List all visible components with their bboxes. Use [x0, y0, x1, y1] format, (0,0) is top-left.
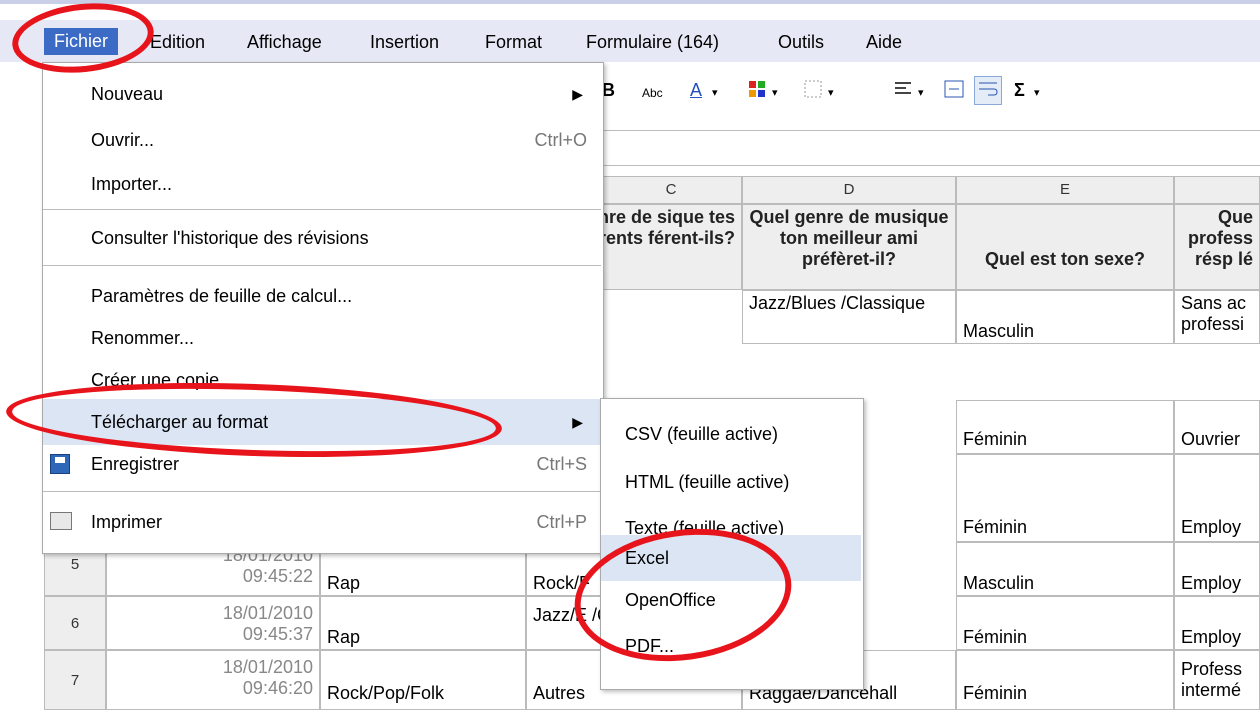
row-number[interactable]: 7	[44, 650, 106, 710]
menu-item-label: Nouveau	[91, 84, 164, 104]
menu-item-ouvrir[interactable]: Ouvrir... Ctrl+O	[43, 117, 601, 163]
column-header-c[interactable]: C	[600, 176, 742, 204]
chevron-down-icon[interactable]: ▾	[828, 86, 834, 99]
table-cell[interactable]: Féminin	[956, 400, 1174, 454]
submenu-item-label: CSV (feuille active)	[625, 424, 779, 444]
menu-affichage[interactable]: Affichage	[247, 32, 322, 53]
menu-bar: Fichier Edition Affichage Insertion Form…	[0, 0, 1260, 62]
chevron-down-icon[interactable]: ▾	[772, 86, 778, 99]
time: 09:46:20	[242, 678, 313, 698]
top-strip	[0, 4, 1260, 20]
menu-item-nouveau[interactable]: Nouveau ▶	[43, 71, 601, 117]
save-icon	[50, 454, 70, 474]
menu-item-historique[interactable]: Consulter l'historique des révisions	[43, 215, 601, 261]
menu-item-renommer[interactable]: Renommer...	[43, 315, 601, 361]
menu-edition[interactable]: Edition	[150, 32, 205, 53]
table-cell[interactable]: Féminin	[956, 596, 1174, 650]
date: 18/01/2010	[222, 603, 313, 623]
menu-separator	[43, 491, 601, 492]
menu-item-parametres[interactable]: Paramètres de feuille de calcul...	[43, 273, 601, 319]
table-cell[interactable]: Employ	[1174, 542, 1260, 596]
timestamp-cell[interactable]: 18/01/2010 09:45:37	[106, 596, 320, 650]
table-cell[interactable]: Employ	[1174, 454, 1260, 542]
menu-item-importer[interactable]: Importer...	[43, 161, 601, 207]
fill-color-icon[interactable]	[748, 80, 766, 103]
borders-icon[interactable]	[804, 80, 822, 103]
chevron-down-icon[interactable]: ▾	[712, 86, 718, 99]
menu-item-label: Consulter l'historique des révisions	[91, 228, 369, 248]
menu-separator	[43, 209, 601, 210]
table-cell[interactable]: Ouvrier	[1174, 400, 1260, 454]
submenu-arrow-icon: ▶	[572, 86, 583, 102]
table-cell[interactable]: Sans ac professi	[1174, 290, 1260, 344]
chevron-down-icon[interactable]: ▾	[918, 86, 924, 99]
menu-item-label: Importer...	[91, 174, 173, 194]
shortcut-label: Ctrl+O	[534, 130, 587, 150]
table-cell[interactable]: Profess intermé	[1174, 650, 1260, 710]
menu-separator	[43, 265, 601, 266]
merge-cells-icon[interactable]	[944, 80, 964, 103]
align-icon[interactable]	[894, 80, 912, 101]
row-number[interactable]: 6	[44, 596, 106, 650]
menu-item-label: Renommer...	[91, 328, 195, 348]
chevron-down-icon[interactable]: ▾	[1034, 86, 1040, 99]
menu-item-label: Paramètres de feuille de calcul...	[91, 286, 353, 306]
menu-item-label: Imprimer	[91, 512, 162, 532]
file-menu: Nouveau ▶ Ouvrir... Ctrl+O Importer... C…	[42, 62, 604, 554]
table-cell[interactable]: Jazz/Blues /Classique	[742, 290, 956, 344]
column-header-d[interactable]: D	[742, 176, 956, 204]
header-cell-e[interactable]: Quel est ton sexe?	[956, 204, 1174, 290]
column-header-f[interactable]	[1174, 176, 1260, 204]
time: 09:45:22	[242, 566, 313, 586]
submenu-arrow-icon: ▶	[572, 414, 583, 430]
menu-item-imprimer[interactable]: Imprimer Ctrl+P	[43, 499, 601, 545]
submenu-item-label: HTML (feuille active)	[625, 472, 790, 492]
menu-format[interactable]: Format	[485, 32, 542, 53]
column-header-e[interactable]: E	[956, 176, 1174, 204]
menu-item-label: Ouvrir...	[91, 130, 155, 150]
submenu-item-csv[interactable]: CSV (feuille active)	[601, 411, 861, 457]
shortcut-label: Ctrl+S	[536, 454, 587, 474]
table-cell[interactable]: Rap	[320, 596, 526, 650]
menu-outils[interactable]: Outils	[778, 32, 824, 53]
timestamp-cell[interactable]: 18/01/2010 09:46:20	[106, 650, 320, 710]
wrap-text-icon[interactable]	[974, 76, 1002, 105]
table-cell[interactable]: Employ	[1174, 596, 1260, 650]
formula-bar[interactable]	[600, 130, 1260, 166]
date: 18/01/2010	[222, 657, 313, 677]
header-cell-f[interactable]: Que profess résp lé	[1174, 204, 1260, 290]
strikethrough-button[interactable]: Abc	[642, 86, 663, 100]
table-cell[interactable]: Féminin	[956, 650, 1174, 710]
menu-insertion[interactable]: Insertion	[370, 32, 439, 53]
menu-formulaire[interactable]: Formulaire (164)	[586, 32, 719, 53]
toolbar: B Abc A ▾ ▾ ▾ ▾ Σ ▾	[600, 62, 1260, 124]
time: 09:45:37	[242, 624, 313, 644]
submenu-item-html[interactable]: HTML (feuille active)	[601, 459, 861, 505]
shortcut-label: Ctrl+P	[536, 512, 587, 532]
table-cell[interactable]: Féminin	[956, 454, 1174, 542]
header-cell-d[interactable]: Quel genre de musique ton meilleur ami p…	[742, 204, 956, 290]
text-color-button[interactable]: A	[690, 80, 702, 101]
table-cell[interactable]: Masculin	[956, 290, 1174, 344]
table-cell[interactable]: Rock/Pop/Folk	[320, 650, 526, 710]
print-icon	[50, 512, 72, 530]
menu-aide[interactable]: Aide	[866, 32, 902, 53]
table-cell[interactable]: Masculin	[956, 542, 1174, 596]
sigma-icon[interactable]: Σ	[1014, 80, 1025, 101]
